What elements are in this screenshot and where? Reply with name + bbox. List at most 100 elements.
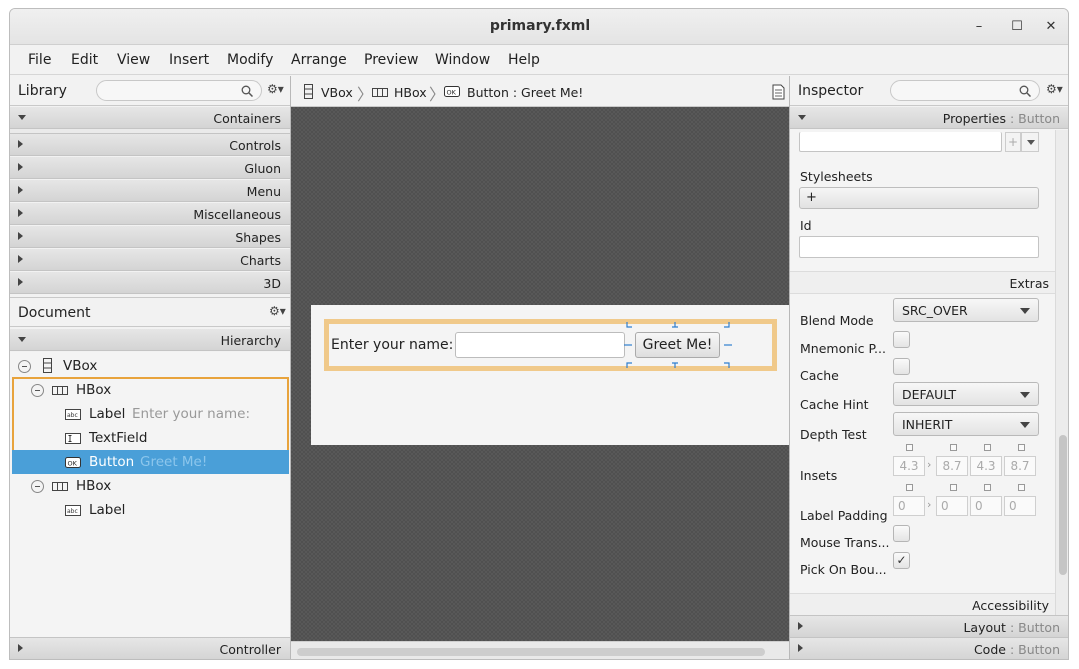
tree-item-hbox-2[interactable]: HBox [10,474,288,498]
tree-item-label-2[interactable]: abc Label [10,498,288,522]
tree-item-textfield[interactable]: TextField [10,426,288,450]
insets-top-field[interactable]: 4.3 [893,456,925,476]
padding-right-field[interactable]: 0 [936,496,968,516]
insets-left-field[interactable]: 8.7 [1004,456,1036,476]
style-class-menu-button[interactable] [1021,132,1039,152]
depth-test-select[interactable]: INHERIT [893,412,1039,436]
stage-textfield[interactable] [455,332,625,358]
menu-insert[interactable]: Insert [169,52,209,68]
collapsed-triangle-icon [18,186,23,194]
breadcrumb-hbox[interactable]: HBox [394,85,427,100]
library-section-shapes[interactable]: Shapes [10,226,291,248]
library-section-controls[interactable]: Controls [10,134,291,156]
menu-edit[interactable]: Edit [71,52,98,68]
stage-label[interactable]: Enter your name: [331,337,453,353]
library-section-menu[interactable]: Menu [10,180,291,202]
padding-link-toggle[interactable] [1018,484,1025,491]
vbox-icon [43,358,52,373]
inset-link-toggle[interactable] [1018,444,1025,451]
document-gear-icon[interactable]: ⚙▾ [269,304,286,318]
close-button[interactable]: ✕ [1038,15,1064,39]
tree-item-button-selected[interactable]: OK Button Greet Me! [12,450,289,474]
scrollbar-thumb[interactable] [1059,435,1067,575]
expanded-triangle-icon [798,115,806,120]
properties-section[interactable]: Properties : Button [790,107,1068,129]
svg-text:OK: OK [68,460,78,468]
menu-view[interactable]: View [117,52,150,68]
code-section[interactable]: Code : Button [790,638,1068,659]
insets-right-field[interactable]: 8.7 [936,456,968,476]
collapsed-triangle-icon [18,163,23,171]
padding-left-field[interactable]: 0 [1004,496,1036,516]
maximize-button[interactable]: ☐ [1004,15,1030,39]
hbox-icon [52,482,68,491]
padding-link-toggle[interactable] [950,484,957,491]
inspector-gear-icon[interactable]: ⚙▾ [1046,82,1063,96]
menu-arrange[interactable]: Arrange [291,52,347,68]
breadcrumb: VBox 〉 HBox 〉 OK Button : Greet Me! [291,77,789,107]
collapse-icon[interactable] [31,384,44,397]
library-section-3d[interactable]: 3D [10,272,291,294]
padding-link-toggle[interactable] [906,484,913,491]
padding-top-field[interactable]: 0 [893,496,925,516]
padding-bottom-field[interactable]: 0 [970,496,1002,516]
breadcrumb-vbox[interactable]: VBox [321,85,353,100]
inset-link-toggle[interactable] [906,444,913,451]
scrollbar-thumb[interactable] [297,648,765,656]
library-section-miscellaneous[interactable]: Miscellaneous [10,203,291,225]
tree-item-vbox[interactable]: VBox [10,354,288,378]
library-search-input[interactable] [96,80,262,101]
tree-item-hbox[interactable]: HBox [10,378,288,402]
collapse-icon[interactable] [31,480,44,493]
hierarchy-section[interactable]: Hierarchy [10,329,291,351]
insets-label: Insets [800,468,838,483]
stylesheets-add-button[interactable]: + [799,187,1039,209]
link-arrow-icon: › [927,498,932,511]
insets-bottom-field[interactable]: 4.3 [970,456,1002,476]
menu-help[interactable]: Help [508,52,540,68]
menu-modify[interactable]: Modify [227,52,273,68]
search-icon [1019,85,1031,97]
inspector-vertical-scrollbar[interactable] [1055,130,1068,615]
blend-mode-select[interactable]: SRC_OVER [893,298,1039,322]
menu-file[interactable]: File [28,52,51,68]
stage-vbox[interactable]: Enter your name: Greet Me! [311,305,789,445]
design-canvas[interactable]: Enter your name: Greet Me! [291,107,789,641]
collapse-icon[interactable] [18,360,31,373]
label-icon: abc [65,505,81,516]
style-class-field[interactable] [799,132,1002,152]
tree-item-label[interactable]: abc Label Enter your name: [10,402,288,426]
inset-link-toggle[interactable] [950,444,957,451]
padding-link-toggle[interactable] [984,484,991,491]
hbox-icon [52,386,68,395]
library-section-containers[interactable]: Containers [10,107,291,129]
mnemonic-parsing-label: Mnemonic P... [800,341,886,356]
accessibility-subsection[interactable]: Accessibility [790,593,1055,615]
cache-checkbox[interactable] [893,358,910,375]
layout-section[interactable]: Layout : Button [790,615,1068,638]
mouse-transparent-checkbox[interactable] [893,525,910,542]
search-icon [241,85,253,97]
style-class-add-button[interactable]: + [1005,132,1021,152]
menu-preview[interactable]: Preview [364,52,419,68]
stylesheets-label: Stylesheets [800,169,873,184]
library-section-charts[interactable]: Charts [10,249,291,271]
document-icon[interactable] [772,84,785,100]
menu-window[interactable]: Window [435,52,490,68]
inspector-search-input[interactable] [890,80,1040,101]
pick-on-bounds-checkbox[interactable]: ✓ [893,552,910,569]
library-section-gluon[interactable]: Gluon [10,157,291,179]
library-gear-icon[interactable]: ⚙▾ [267,82,284,96]
id-field[interactable] [799,236,1039,258]
controller-section[interactable]: Controller [10,637,291,659]
collapsed-triangle-icon [18,140,23,148]
collapsed-triangle-icon [798,622,803,630]
mnemonic-parsing-checkbox[interactable] [893,331,910,348]
minimize-button[interactable]: – [966,15,992,39]
breadcrumb-button[interactable]: Button : Greet Me! [467,85,583,100]
canvas-horizontal-scrollbar[interactable] [291,641,789,659]
chevron-down-icon [1020,308,1030,314]
cache-hint-select[interactable]: DEFAULT [893,382,1039,406]
extras-subsection[interactable]: Extras [790,271,1055,294]
inset-link-toggle[interactable] [984,444,991,451]
